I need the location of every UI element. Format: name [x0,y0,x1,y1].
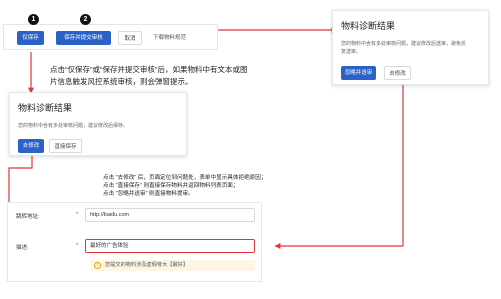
step-marker-2: 2 [80,14,91,25]
note-line: 点击 “直接保存” 则直接保存物料并返回物料列表页面； [103,183,239,189]
go-modify-button[interactable]: 去修改 [18,139,44,153]
dialog-message: 您的物料中含有多处审核问题，建议修改后送审，避免反 复送审。 [341,40,486,56]
required-mark: * [76,212,79,218]
download-spec-link[interactable]: 下载物料规范 [147,31,192,45]
diagnosis-dialog-submit: 物料诊断结果 您的物料中含有多处审核问题，建议修改后送审，避免反 复送审。 忽略… [332,10,489,85]
warning-icon: ! [94,262,101,269]
ignore-and-submit-button[interactable]: 忽略并送审 [341,66,376,80]
save-popup-note: 点击“仅保存”或“保存并提交审核”后，如果物料中有文本或图 片信息触发风控系统审… [50,64,310,88]
note-line: 片信息触发风控系统审核，则会弹窗提示。 [50,77,193,86]
save-directly-button[interactable]: 直接保存 [49,139,82,153]
description-input[interactable]: 最好的广告体验 [85,239,255,253]
material-form: 跳转地址: * http://baidu.com 描述: * 最好的广告体验 !… [7,202,262,282]
diagnosis-dialog-save: 物料诊断结果 您的物料中含有多处审核问题，建议修改后保存。 去修改 直接保存 [9,92,187,156]
save-only-button[interactable]: 仅保存 [17,31,44,45]
required-mark: * [76,243,79,249]
dialog-actions-note: 点击 “去修改” 后，页面定位到问题处，表单中显示具体拒绝原因； 点击 “直接保… [103,174,343,198]
description-label: 描述: [16,245,29,251]
go-modify-button[interactable]: 去修改 [384,66,411,80]
cancel-button[interactable]: 取消 [118,31,142,45]
note-line: 点击 “忽略并送审” 则直接物料提审。 [103,191,194,197]
dialog-title: 物料诊断结果 [341,21,396,31]
dialog-message: 您的物料中含有多处审核问题，建议修改后保存。 [18,123,129,129]
note-line: 点击 “去修改” 后，页面定位到问题处，表单中显示具体拒绝原因； [103,175,267,181]
dialog-message-line: 您的物料中含有多处审核问题，建议修改后送审，避免反 [341,41,467,47]
url-input[interactable]: http://baidu.com [85,208,255,222]
audit-warning: ! 您提交的物料涉及虚假夸大【最好】 [91,260,255,271]
step-marker-1: 1 [28,14,39,25]
arrow-right-dialog-to-form [274,84,404,249]
dialog-message-line: 复送审。 [341,49,362,55]
warning-text: 您提交的物料涉及虚假夸大【最好】 [105,262,189,268]
url-label: 跳转地址: [16,214,40,220]
save-and-submit-button[interactable]: 保存并提交审核 [56,31,111,45]
note-line: 点击“仅保存”或“保存并提交审核”后，如果物料中有文本或图 [50,65,248,74]
dialog-title: 物料诊断结果 [18,103,73,113]
form-toolbar: 仅保存 保存并提交审核 取消 下载物料规范 [3,24,218,50]
